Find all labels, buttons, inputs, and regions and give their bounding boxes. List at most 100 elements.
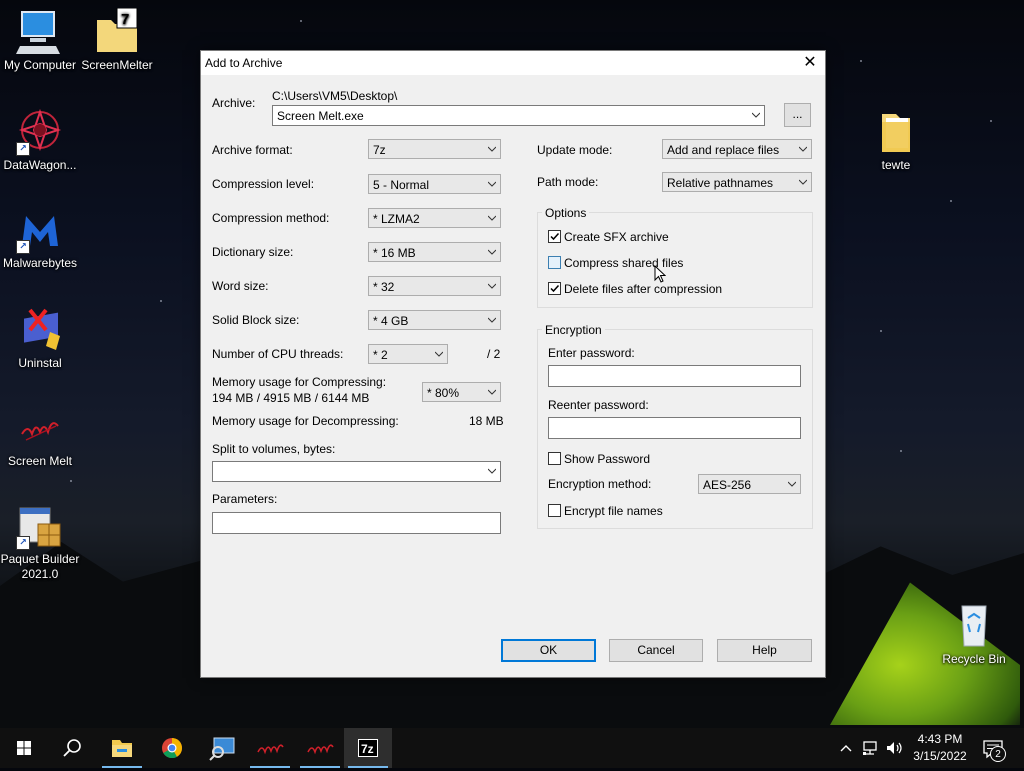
desktop-icon-paquet-builder[interactable]: ↗ Paquet Builder 2021.0 — [0, 502, 80, 582]
update-mode-value: Add and replace files — [667, 143, 780, 157]
archive-format-select[interactable]: 7z — [368, 139, 501, 159]
red-scribble-icon — [307, 744, 334, 755]
archive-label: Archive: — [212, 96, 256, 110]
magnifier-app-icon — [209, 737, 235, 761]
reenter-password-label: Reenter password: — [548, 398, 649, 412]
solid-block-size-select[interactable]: * 4 GB — [368, 310, 501, 330]
compress-shared-checkbox[interactable] — [548, 256, 561, 269]
taskbar-screen-melt-1[interactable] — [246, 728, 294, 768]
archive-name-combo[interactable]: Screen Melt.exe — [272, 105, 765, 126]
desktop-icon-label: tewte — [881, 158, 911, 172]
browse-button[interactable]: ... — [784, 103, 811, 127]
chevron-down-icon — [488, 146, 496, 152]
desktop-icon-malwarebytes[interactable]: ↗ Malwarebytes — [0, 206, 80, 271]
archive-format-value: 7z — [373, 143, 386, 157]
start-button[interactable] — [0, 728, 48, 768]
update-mode-select[interactable]: Add and replace files — [662, 139, 812, 159]
malwarebytes-icon: ↗ — [16, 206, 64, 254]
desktop-icon-label: Paquet Builder 2021.0 — [0, 552, 80, 581]
taskbar-magnifier-app[interactable] — [198, 728, 246, 768]
red-mandala-icon: ↗ — [16, 108, 64, 156]
solid-block-size-value: * 4 GB — [373, 314, 409, 328]
chevron-down-icon — [799, 179, 807, 185]
desktop-icon-uninstal[interactable]: Uninstal — [0, 306, 80, 371]
chevron-down-icon — [488, 283, 496, 289]
ok-button[interactable]: OK — [501, 639, 596, 662]
chevron-down-icon[interactable] — [752, 111, 760, 119]
desktop-icon-label: Screen Melt — [7, 454, 73, 468]
clock-date[interactable]: 3/15/2022 — [908, 749, 972, 763]
search-icon — [63, 739, 81, 757]
chrome-icon — [162, 738, 183, 759]
chevron-down-icon — [799, 146, 807, 152]
enter-password-input[interactable] — [548, 365, 801, 387]
split-volumes-label: Split to volumes, bytes: — [212, 442, 336, 456]
package-installer-icon: ↗ — [16, 502, 64, 550]
compression-level-label: Compression level: — [212, 177, 315, 191]
parameters-input[interactable] — [212, 512, 501, 534]
encryption-method-value: AES-256 — [703, 478, 752, 492]
chevron-up-icon[interactable] — [838, 740, 854, 756]
help-button[interactable]: Help — [717, 639, 812, 662]
compression-level-select[interactable]: 5 - Normal — [368, 174, 501, 194]
memory-compress-select[interactable]: * 80% — [422, 382, 501, 402]
encrypt-names-checkbox[interactable] — [548, 504, 561, 517]
create-sfx-checkbox[interactable] — [548, 230, 561, 243]
create-sfx-label[interactable]: Create SFX archive — [564, 230, 669, 244]
memory-decompress-value: 18 MB — [469, 414, 504, 428]
memory-compress-detail: 194 MB / 4915 MB / 6144 MB — [212, 391, 370, 405]
recycle-bin-icon — [950, 602, 998, 650]
svg-text:7z: 7z — [361, 742, 374, 756]
action-center-button[interactable]: 2 — [978, 736, 1008, 762]
desktop-icon-screenmelter[interactable]: 7 ScreenMelter — [77, 7, 157, 73]
split-volumes-combo[interactable] — [212, 461, 501, 482]
search-button[interactable] — [48, 728, 96, 768]
desktop-icon-label: Recycle Bin — [942, 652, 1006, 666]
checkmark-icon — [550, 284, 560, 293]
delete-after-checkbox[interactable] — [548, 282, 561, 295]
encryption-method-select[interactable]: AES-256 — [698, 474, 801, 494]
show-password-checkbox[interactable] — [548, 452, 561, 465]
desktop-icon-tewte[interactable]: tewte — [856, 108, 936, 173]
word-size-value: * 32 — [373, 280, 395, 294]
compression-method-select[interactable]: * LZMA2 — [368, 208, 501, 228]
path-mode-select[interactable]: Relative pathnames — [662, 172, 812, 192]
desktop-icon-screen-melt[interactable]: Screen Melt — [0, 404, 80, 469]
delete-after-label[interactable]: Delete files after compression — [564, 282, 722, 296]
chevron-down-icon — [488, 181, 496, 187]
chevron-down-icon[interactable] — [488, 467, 496, 475]
path-mode-value: Relative pathnames — [667, 176, 774, 190]
desktop-icon-recycle-bin[interactable]: Recycle Bin — [934, 602, 1014, 667]
desktop-icon-my-computer[interactable]: My Computer — [0, 8, 80, 73]
windows-logo-icon — [17, 741, 31, 755]
taskbar-7zip[interactable]: 7z — [344, 728, 392, 768]
encryption-group-title: Encryption — [542, 323, 605, 337]
svg-text:7: 7 — [121, 11, 129, 28]
computer-icon — [16, 8, 64, 56]
taskbar-chrome[interactable] — [148, 728, 196, 768]
dictionary-size-select[interactable]: * 16 MB — [368, 242, 501, 262]
reenter-password-input[interactable] — [548, 417, 801, 439]
network-icon[interactable] — [862, 739, 880, 757]
clock-time[interactable]: 4:43 PM — [912, 732, 968, 746]
cpu-threads-value: * 2 — [373, 348, 388, 362]
file-explorer-icon — [112, 740, 132, 757]
desktop-icon-datawagon[interactable]: ↗ DataWagon... — [0, 108, 80, 173]
parameters-label: Parameters: — [212, 492, 278, 506]
volume-icon[interactable] — [885, 739, 903, 757]
shortcut-arrow-icon: ↗ — [16, 142, 30, 156]
taskbar-screen-melt-2[interactable] — [296, 728, 344, 768]
show-password-label[interactable]: Show Password — [564, 452, 650, 466]
cpu-threads-select[interactable]: * 2 — [368, 344, 448, 364]
desktop-icon-label: My Computer — [3, 58, 77, 72]
taskbar-file-explorer[interactable] — [98, 728, 146, 768]
7zip-icon: 7z — [358, 739, 378, 757]
checkmark-icon — [550, 232, 560, 241]
dialog-titlebar[interactable]: Add to Archive ✕ — [201, 51, 825, 75]
encrypt-names-label[interactable]: Encrypt file names — [564, 504, 663, 518]
cancel-button[interactable]: Cancel — [609, 639, 703, 662]
close-button[interactable]: ✕ — [795, 51, 825, 75]
word-size-select[interactable]: * 32 — [368, 276, 501, 296]
notification-count-badge: 2 — [990, 746, 1006, 762]
archive-name-value[interactable]: Screen Melt.exe — [277, 109, 364, 123]
